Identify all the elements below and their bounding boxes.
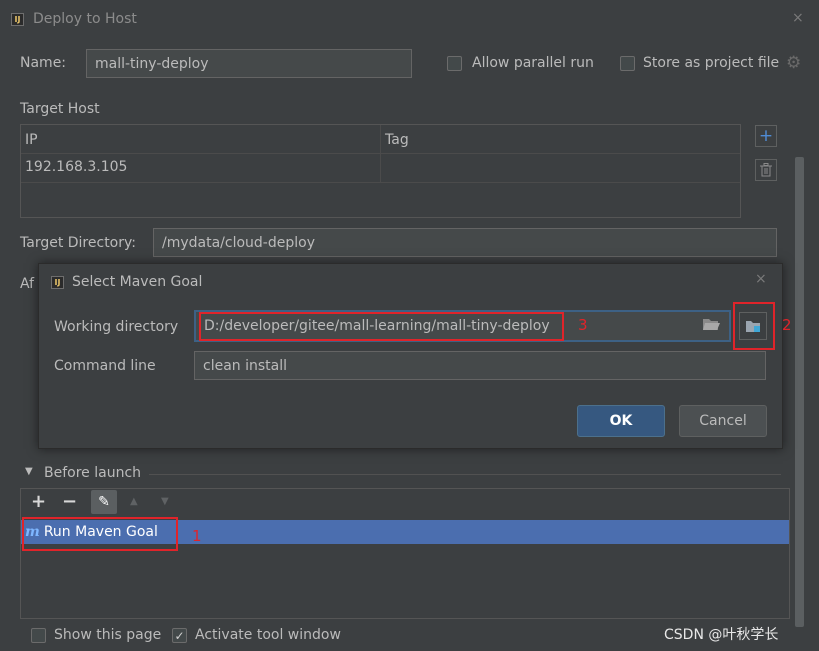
show-this-page-label: Show this page [54, 627, 162, 643]
move-up-button[interactable]: ▲ [130, 496, 138, 507]
section-divider [149, 474, 781, 475]
command-line-label: Command line [54, 358, 156, 374]
annotation-number-1: 1 [192, 527, 202, 545]
column-divider [380, 125, 381, 183]
maven-dialog-title: Select Maven Goal [72, 274, 203, 290]
trash-icon [760, 163, 772, 177]
folder-open-icon[interactable] [702, 317, 720, 331]
title-bar: IJ Deploy to Host × [0, 0, 819, 40]
maven-dialog-close-icon[interactable]: × [755, 271, 767, 287]
activate-tool-window-label: Activate tool window [195, 627, 341, 643]
name-label: Name: [20, 55, 67, 71]
cancel-button[interactable]: Cancel [679, 405, 767, 437]
row-separator [21, 182, 740, 183]
target-directory-input[interactable]: /mydata/cloud-deploy [153, 228, 777, 257]
move-down-button[interactable]: ▼ [161, 496, 169, 507]
annotation-box-2 [733, 302, 775, 350]
activate-tool-window-checkbox[interactable]: ✓ [172, 628, 187, 643]
show-this-page-checkbox[interactable] [31, 628, 46, 643]
ok-button[interactable]: OK [577, 405, 665, 437]
add-task-button[interactable]: + [31, 491, 46, 512]
allow-parallel-run-checkbox[interactable] [447, 56, 462, 71]
target-directory-label: Target Directory: [20, 235, 136, 251]
name-input[interactable]: mall-tiny-deploy [86, 49, 412, 78]
table-row-ip[interactable]: 192.168.3.105 [25, 159, 127, 175]
working-directory-label: Working directory [54, 319, 179, 335]
app-icon: IJ [11, 13, 24, 26]
window-title: Deploy to Host [33, 11, 137, 27]
command-line-input[interactable]: clean install [194, 351, 766, 380]
after-launch-label-partial: Af [20, 276, 35, 292]
store-as-project-file-checkbox[interactable] [620, 56, 635, 71]
gear-icon[interactable]: ⚙ [786, 53, 801, 73]
allow-parallel-run-label: Allow parallel run [472, 55, 594, 71]
header-separator [21, 153, 740, 154]
annotation-box-1 [22, 517, 178, 551]
store-as-project-file-label: Store as project file [643, 55, 780, 71]
annotation-number-3: 3 [578, 316, 588, 334]
close-icon[interactable]: × [792, 10, 804, 26]
delete-host-button[interactable] [755, 159, 777, 181]
maven-dialog-app-icon: IJ [51, 276, 64, 289]
before-launch-heading: Before launch [44, 465, 142, 481]
collapse-chevron-icon[interactable]: ▼ [25, 466, 33, 477]
target-host-table: IP Tag 192.168.3.105 [20, 124, 741, 218]
select-maven-goal-dialog: IJ Select Maven Goal × Working directory… [38, 263, 783, 449]
edit-task-button[interactable]: ✎ [91, 490, 117, 514]
remove-task-button[interactable]: − [62, 491, 77, 512]
add-host-button[interactable]: + [755, 125, 777, 147]
annotation-box-3 [199, 312, 564, 341]
column-header-tag[interactable]: Tag [385, 132, 409, 148]
column-header-ip[interactable]: IP [25, 132, 38, 148]
vertical-scrollbar[interactable] [795, 157, 804, 627]
annotation-number-2: 2 [782, 316, 792, 334]
watermark: CSDN @叶秋学长 [664, 627, 779, 643]
target-host-heading: Target Host [20, 101, 100, 117]
before-launch-list: + − ✎ ▲ ▼ m Run Maven Goal [20, 488, 790, 619]
